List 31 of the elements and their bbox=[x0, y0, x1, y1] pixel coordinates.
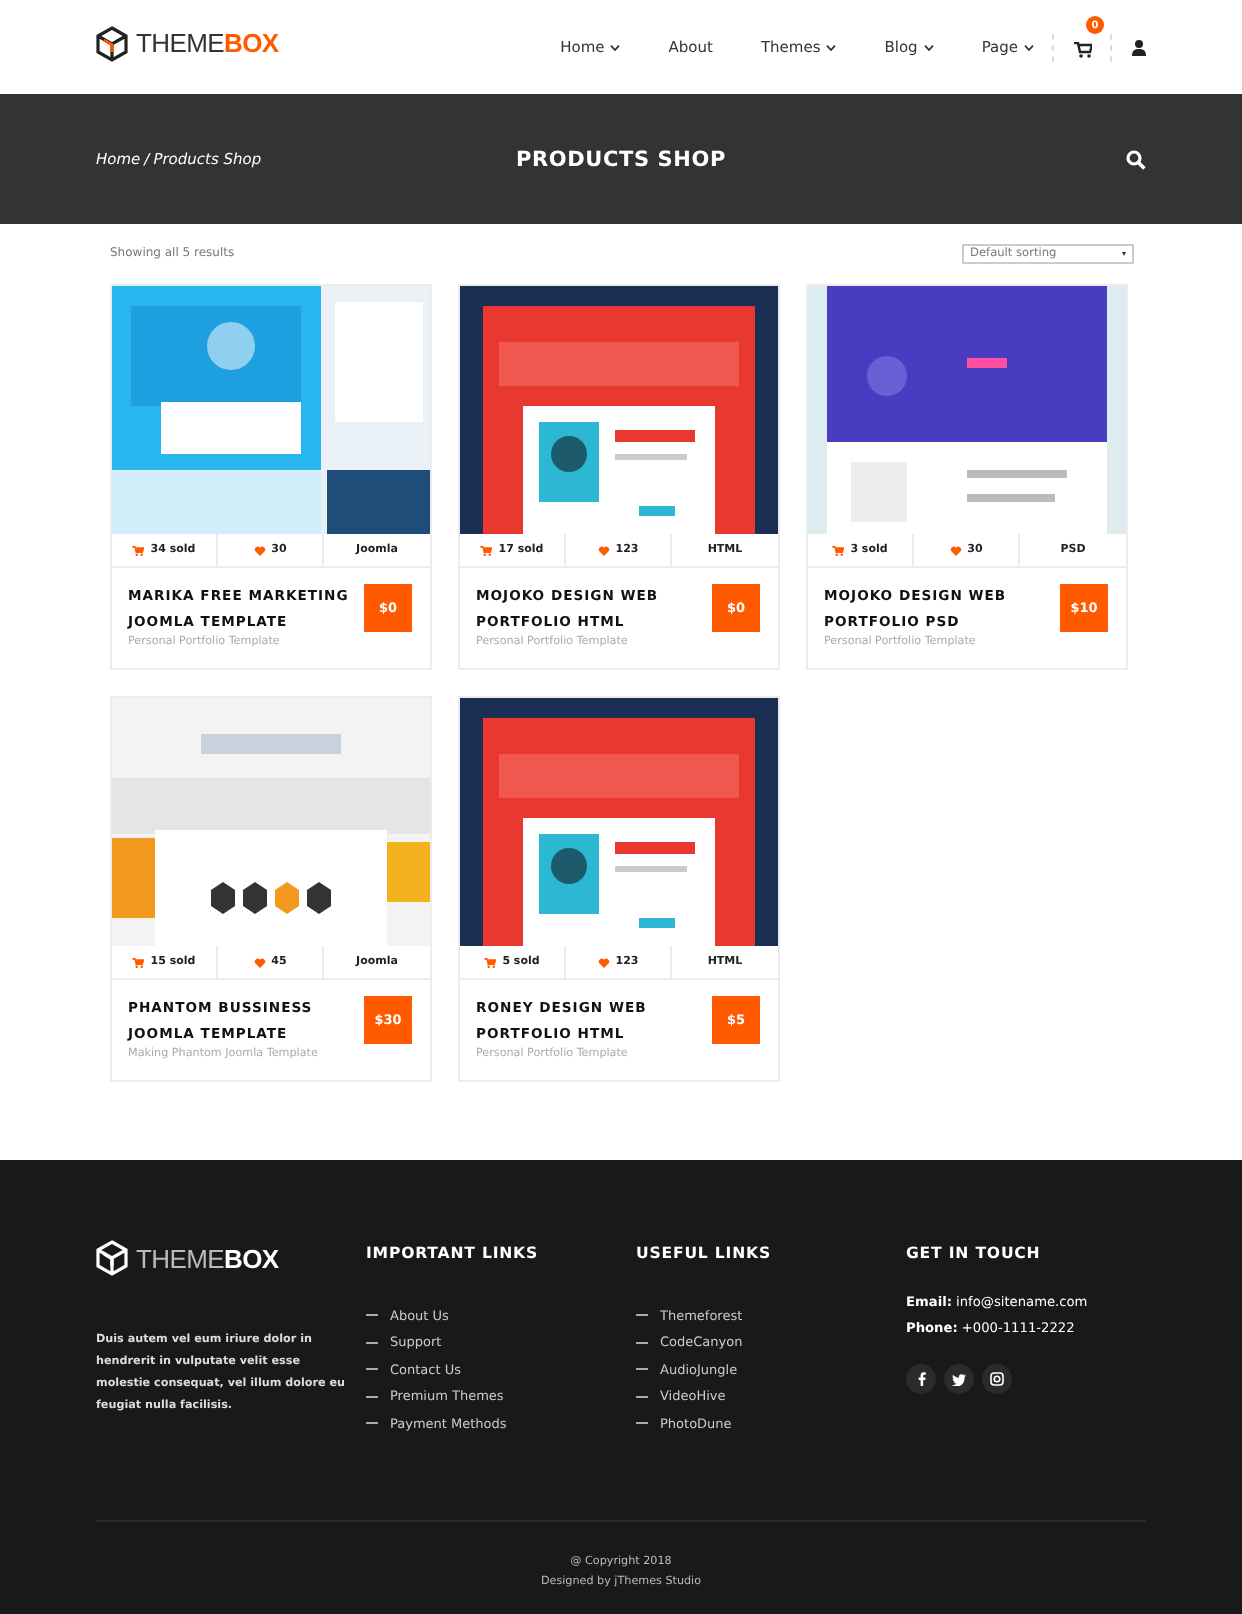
dash-icon bbox=[636, 1341, 648, 1344]
dash-icon bbox=[636, 1314, 648, 1317]
cube-logo-icon bbox=[96, 25, 128, 61]
cube-logo-icon bbox=[96, 1240, 128, 1276]
cart-icon bbox=[480, 545, 493, 555]
cart-icon bbox=[832, 545, 845, 555]
logo[interactable]: THEMEBOX bbox=[96, 25, 279, 61]
dash-icon bbox=[636, 1422, 648, 1425]
instagram-icon[interactable] bbox=[982, 1364, 1012, 1394]
cart-icon bbox=[132, 545, 145, 555]
heart-icon bbox=[949, 545, 962, 555]
heart-icon bbox=[597, 957, 610, 967]
dash-icon bbox=[366, 1314, 378, 1317]
twitter-icon[interactable] bbox=[944, 1364, 974, 1394]
dash-icon bbox=[366, 1368, 378, 1371]
cart-icon[interactable] bbox=[1074, 42, 1092, 58]
dash-icon bbox=[636, 1395, 648, 1398]
user-icon[interactable] bbox=[1132, 39, 1146, 55]
heart-icon bbox=[253, 957, 266, 967]
facebook-icon[interactable] bbox=[906, 1364, 936, 1394]
cart-icon bbox=[484, 957, 497, 967]
heart-icon bbox=[597, 545, 610, 555]
cart-icon bbox=[132, 957, 145, 967]
dash-icon bbox=[366, 1395, 378, 1398]
search-icon[interactable] bbox=[1126, 149, 1146, 169]
dash-icon bbox=[636, 1368, 648, 1371]
dash-icon bbox=[366, 1341, 378, 1344]
heart-icon bbox=[253, 545, 266, 555]
page-title: PRODUCTS SHOP bbox=[516, 147, 726, 171]
dash-icon bbox=[366, 1422, 378, 1425]
logo[interactable]: THEMEBOX bbox=[96, 1240, 279, 1276]
